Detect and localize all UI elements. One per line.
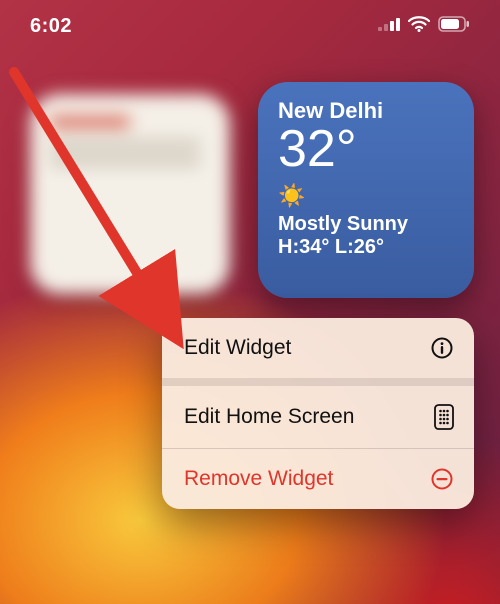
weather-temperature: 32° <box>278 122 454 177</box>
apps-grid-icon <box>434 404 454 430</box>
edit-home-screen-menu-item[interactable]: Edit Home Screen <box>162 386 474 448</box>
edit-widget-menu-item[interactable]: Edit Widget <box>162 318 474 378</box>
notes-widget[interactable] <box>30 94 230 294</box>
clock-time: 6:02 <box>30 15 72 38</box>
menu-item-label: Edit Widget <box>184 336 291 360</box>
cellular-icon <box>378 17 400 36</box>
battery-icon <box>438 16 470 37</box>
weather-condition: Mostly Sunny <box>278 213 454 236</box>
menu-item-label: Edit Home Screen <box>184 405 354 429</box>
menu-item-label: Remove Widget <box>184 467 333 491</box>
sun-icon: ☀️ <box>278 183 454 209</box>
remove-icon <box>430 467 454 491</box>
info-icon <box>430 336 454 360</box>
status-bar: 6:02 <box>0 0 500 52</box>
wifi-icon <box>408 16 430 37</box>
weather-high-low: H:34° L:26° <box>278 236 454 259</box>
remove-widget-menu-item[interactable]: Remove Widget <box>162 449 474 509</box>
weather-widget[interactable]: New Delhi 32° ☀️ Mostly Sunny H:34° L:26… <box>258 82 474 298</box>
status-icons <box>378 16 470 37</box>
widget-context-menu: Edit Widget Edit Home Screen Remove Widg… <box>162 318 474 509</box>
